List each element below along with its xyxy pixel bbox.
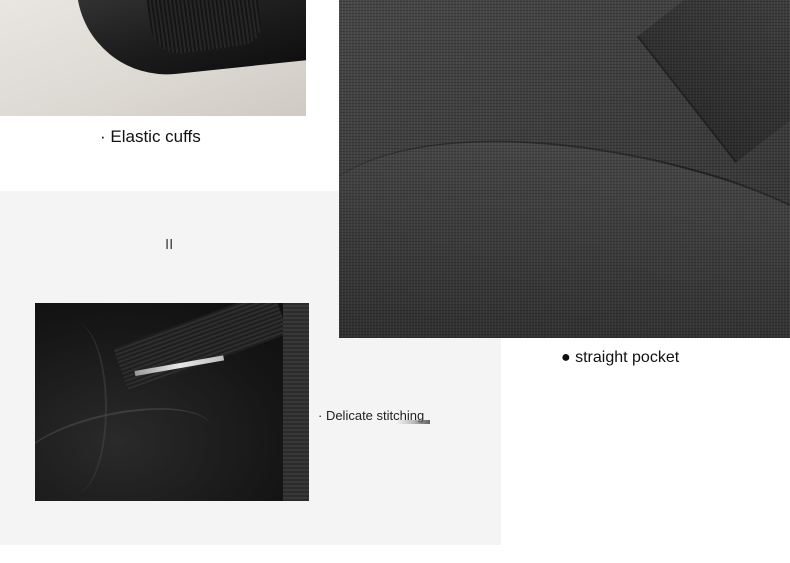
decorative-mark: II: [165, 236, 174, 253]
fabric-texture-photo: [339, 0, 790, 338]
pocket-photo: [35, 303, 309, 501]
pocket-edge-ribbing: [283, 303, 309, 501]
elastic-cuff-photo: [0, 0, 306, 116]
stitching-mark: [396, 420, 430, 424]
pocket-fold: [45, 323, 107, 493]
fabric-fold: [636, 0, 790, 163]
straight-pocket-caption: ● straight pocket: [561, 349, 680, 366]
elastic-cuffs-caption: · Elastic cuffs: [100, 127, 201, 146]
pocket-welt: [113, 303, 289, 392]
